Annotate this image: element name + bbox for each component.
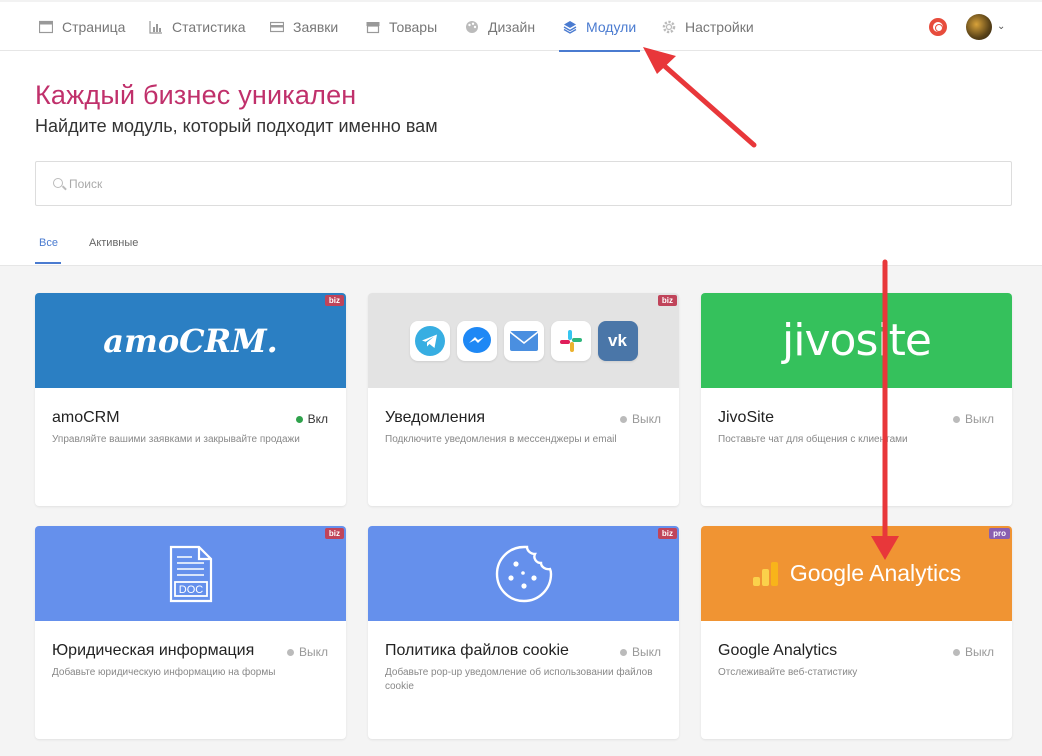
status-badge: Выкл xyxy=(286,645,328,659)
status-badge: Вкл xyxy=(295,412,328,426)
card-banner: amoCRM. xyxy=(35,293,346,388)
page-subtitle: Найдите модуль, который подходит именно … xyxy=(35,116,438,136)
status-label: Выкл xyxy=(964,412,994,426)
tab-all[interactable]: Все xyxy=(39,237,58,249)
status-label: Вкл xyxy=(307,412,328,426)
status-dot xyxy=(619,415,627,423)
arrow-to-modules xyxy=(657,59,757,148)
search-icon xyxy=(53,178,63,188)
nav-item-requests[interactable]: Заявки xyxy=(269,2,339,52)
card-title: amoCRM xyxy=(52,409,120,426)
card-title: JivoSite xyxy=(718,409,775,426)
card-description: Подключите уведомления в мессенджеры и e… xyxy=(385,434,617,445)
page-title: Каждый бизнес уникален xyxy=(35,80,357,110)
status-label: Выкл xyxy=(964,645,994,659)
card-description: Отслеживайте веб-статистику xyxy=(718,667,858,678)
google-analytics-icon xyxy=(752,561,778,586)
plan-badge: biz xyxy=(657,528,677,539)
nav-label: Дизайн xyxy=(488,19,536,35)
nav-label: Статистика xyxy=(172,19,246,35)
module-card-cookie[interactable]: biz Политика файлов cookie Выкл Добавьте… xyxy=(368,526,679,739)
inbox-icon xyxy=(269,20,285,34)
status-dot xyxy=(295,415,303,423)
jivosite-logo: jivosite xyxy=(782,315,932,366)
cookie-icon xyxy=(495,545,552,602)
status-label: Выкл xyxy=(631,412,661,426)
messenger-icon xyxy=(456,320,497,361)
document-icon: DOC xyxy=(169,545,212,602)
google-analytics-logo: Google Analytics xyxy=(789,560,962,586)
card-title: Уведомления xyxy=(385,409,486,426)
module-card-legal[interactable]: DOC biz Юридическая информация Выкл Доба… xyxy=(35,526,346,739)
status-label: Выкл xyxy=(631,645,661,659)
amocrm-logo: amoCRM. xyxy=(103,321,278,360)
module-card-jivosite[interactable]: jivosite JivoSite Выкл Поставьте чат для… xyxy=(701,293,1012,506)
status-dot xyxy=(619,648,627,656)
chevron-down-icon[interactable]: ⌄ xyxy=(997,21,1005,32)
top-navigation: Страница Статистика Заявки Товары Дизайн… xyxy=(0,0,1042,52)
avatar[interactable] xyxy=(966,14,992,40)
nav-label: Страница xyxy=(62,19,126,35)
card-banner: jivosite xyxy=(701,293,1012,388)
status-badge: Выкл xyxy=(952,645,994,659)
gear-icon xyxy=(662,20,676,34)
slack-icon xyxy=(550,320,591,361)
active-tab-indicator xyxy=(35,262,61,264)
nav-item-page[interactable]: Страница xyxy=(38,2,126,52)
card-title: Google Analytics xyxy=(718,642,838,659)
module-card-notifications[interactable]: vk biz Уведомления Выкл Подключите уведо… xyxy=(368,293,679,506)
plan-badge: pro xyxy=(989,528,1010,539)
status-badge: Выкл xyxy=(619,645,661,659)
palette-icon xyxy=(465,20,479,34)
telegram-icon xyxy=(409,320,450,361)
page-icon xyxy=(38,20,54,34)
doc-label: DOC xyxy=(178,584,203,596)
help-lifebuoy-icon[interactable] xyxy=(929,18,947,36)
module-card-amocrm[interactable]: amoCRM. biz amoCRM Вкл Управляйте вашими… xyxy=(35,293,346,506)
card-banner xyxy=(368,526,679,621)
nav-item-settings[interactable]: Настройки xyxy=(662,2,754,52)
tab-active[interactable]: Активные xyxy=(89,237,138,249)
card-description: Поставьте чат для общения с клиентами xyxy=(718,434,908,445)
status-dot xyxy=(952,648,960,656)
card-banner: Google Analytics xyxy=(701,526,1012,621)
card-title: Юридическая информация xyxy=(52,642,255,659)
store-icon xyxy=(366,20,380,34)
status-badge: Выкл xyxy=(952,412,994,426)
vk-icon: vk xyxy=(597,320,638,361)
nav-label: Модули xyxy=(586,19,637,35)
card-banner: DOC xyxy=(35,526,346,621)
nav-label: Настройки xyxy=(685,19,754,35)
nav-label: Заявки xyxy=(293,19,339,35)
search-box xyxy=(35,161,1012,206)
email-icon xyxy=(503,320,544,361)
nav-label: Товары xyxy=(389,19,438,35)
card-description: Добавьте юридическую информацию на формы xyxy=(52,667,276,678)
nav-item-products[interactable]: Товары xyxy=(366,2,437,52)
card-banner: vk xyxy=(368,293,679,388)
status-label: Выкл xyxy=(298,645,328,659)
plan-badge: biz xyxy=(324,295,344,306)
search-input[interactable] xyxy=(69,174,969,194)
status-dot xyxy=(286,648,294,656)
chart-icon xyxy=(149,20,163,34)
module-card-google-analytics[interactable]: Google Analytics pro Google Analytics Вы… xyxy=(701,526,1012,739)
layers-icon xyxy=(563,20,577,34)
nav-item-statistics[interactable]: Статистика xyxy=(149,2,246,52)
plan-badge: biz xyxy=(657,295,677,306)
card-title: Политика файлов cookie xyxy=(385,642,569,659)
nav-item-modules[interactable]: Модули xyxy=(558,2,641,52)
status-dot xyxy=(952,415,960,423)
card-description: Управляйте вашими заявками и закрывайте … xyxy=(52,434,300,445)
status-badge: Выкл xyxy=(619,412,661,426)
card-description: Добавьте pop-up уведомление об использов… xyxy=(385,667,653,692)
nav-item-design[interactable]: Дизайн xyxy=(465,2,535,52)
plan-badge: biz xyxy=(324,528,344,539)
